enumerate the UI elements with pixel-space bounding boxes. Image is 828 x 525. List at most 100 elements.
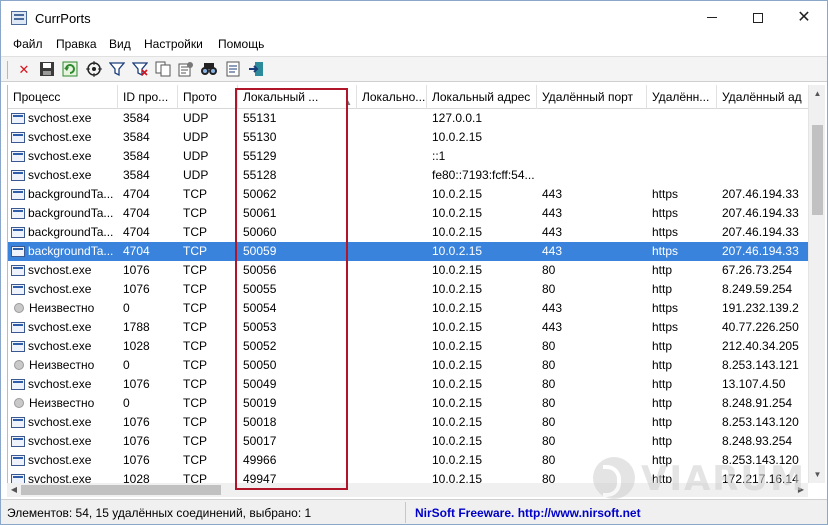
table-row[interactable]: Неизвестно 0 TCP 50019 10.0.2.15 80 http 8.248.… — [8, 394, 808, 413]
process-icon — [11, 151, 25, 162]
properties-icon[interactable] — [177, 61, 195, 79]
vertical-scrollbar[interactable]: ▲ ▼ — [808, 85, 825, 483]
column-header-pid[interactable]: ID про... — [118, 85, 178, 109]
cell-process: svchost.exe — [8, 451, 118, 470]
cell-remote-address-text: 172.217.16.14 — [722, 472, 799, 483]
cell-protocol-text: TCP — [183, 320, 207, 334]
cell-remote-port-name-text: http — [652, 377, 673, 391]
table-row[interactable]: svchost.exe 1076 TCP 49966 10.0.2.15 80 http 8.… — [8, 451, 808, 470]
minimize-button[interactable] — [689, 1, 735, 35]
table-row[interactable]: svchost.exe 3584 UDP 55130 10.0.2.15 — [8, 128, 808, 147]
process-icon — [11, 208, 25, 219]
cell-protocol: TCP — [178, 280, 238, 299]
cell-remote-port-name: https — [647, 204, 717, 223]
maximize-button[interactable] — [735, 1, 781, 35]
column-header-remote-port-name[interactable]: Удалённ... — [647, 85, 717, 109]
cell-remote-port: 80 — [537, 356, 647, 375]
table-row[interactable]: backgroundTa... 4704 TCP 50060 10.0.2.15 443 h… — [8, 223, 808, 242]
horizontal-scrollbar[interactable]: ◀ ▶ — [7, 483, 808, 497]
cell-local-address-text: ::1 — [432, 149, 446, 163]
connections-table[interactable]: Процесс ID про... Прото Локальный ... ▲ Л… — [7, 85, 808, 483]
cell-remote-port-text: 80 — [542, 472, 556, 483]
refresh-icon[interactable] — [61, 61, 79, 79]
menu-file[interactable]: Файл — [11, 37, 45, 51]
table-row[interactable]: svchost.exe 1076 TCP 50049 10.0.2.15 80 http 13… — [8, 375, 808, 394]
cell-process: svchost.exe — [8, 318, 118, 337]
menu-view[interactable]: Вид — [107, 37, 133, 51]
cell-pid-text: 4704 — [123, 206, 150, 220]
cell-local-port-text: 50049 — [243, 377, 277, 391]
cell-pid: 1076 — [118, 451, 178, 470]
scroll-up-icon[interactable]: ▲ — [809, 85, 826, 102]
table-row[interactable]: backgroundTa... 4704 TCP 50059 10.0.2.15 443 h… — [8, 242, 808, 261]
cell-remote-port-name — [647, 109, 717, 128]
cell-process: svchost.exe — [8, 109, 118, 128]
filter-clear-icon[interactable] — [131, 61, 149, 79]
table-row[interactable]: svchost.exe 1028 TCP 50052 10.0.2.15 80 http 21… — [8, 337, 808, 356]
menu-help[interactable]: Помощь — [216, 37, 266, 51]
cell-remote-address: 212.40.34.205 — [717, 337, 808, 356]
cell-remote-port: 443 — [537, 299, 647, 318]
menu-edit[interactable]: Правка — [54, 37, 99, 51]
cell-remote-port: 443 — [537, 223, 647, 242]
table-row[interactable]: svchost.exe 1076 TCP 50056 10.0.2.15 80 http 67… — [8, 261, 808, 280]
cell-process-text: svchost.exe — [28, 377, 92, 391]
table-row[interactable]: svchost.exe 3584 UDP 55128 fe80::7193:fcff:5… — [8, 166, 808, 185]
table-row[interactable]: svchost.exe 3584 UDP 55131 127.0.0.1 — [8, 109, 808, 128]
cell-remote-address: 67.26.73.254 — [717, 261, 808, 280]
report-icon[interactable] — [224, 61, 242, 79]
table-row[interactable]: backgroundTa... 4704 TCP 50061 10.0.2.15 443 h… — [8, 204, 808, 223]
cell-local-port-name — [357, 204, 427, 223]
cell-remote-port — [537, 166, 647, 185]
menu-settings[interactable]: Настройки — [142, 37, 205, 51]
table-row[interactable]: Неизвестно 0 TCP 50050 10.0.2.15 80 http 8.253.… — [8, 356, 808, 375]
table-row[interactable]: Неизвестно 0 TCP 50054 10.0.2.15 443 https 191.… — [8, 299, 808, 318]
cell-remote-port — [537, 147, 647, 166]
close-button[interactable]: ✕ — [781, 1, 827, 35]
target-icon[interactable] — [85, 61, 103, 79]
horizontal-scroll-thumb[interactable] — [21, 485, 221, 495]
close-connection-icon[interactable]: ✕ — [15, 61, 33, 79]
cell-local-address-text: 10.0.2.15 — [432, 206, 483, 220]
nirsoft-link[interactable]: NirSoft Freeware. http://www.nirsoft.net — [415, 506, 641, 520]
column-header-remote-address[interactable]: Удалённый ад — [717, 85, 808, 109]
cell-local-address-text: 10.0.2.15 — [432, 282, 483, 296]
cell-local-port-name — [357, 470, 427, 483]
find-icon[interactable] — [200, 61, 218, 79]
save-icon[interactable] — [38, 61, 56, 79]
cell-pid-text: 3584 — [123, 149, 150, 163]
cell-remote-port-name-text: https — [652, 225, 679, 239]
exit-icon[interactable] — [247, 61, 265, 79]
table-row[interactable]: svchost.exe 1076 TCP 50017 10.0.2.15 80 http 8.… — [8, 432, 808, 451]
cell-pid: 1076 — [118, 432, 178, 451]
cell-local-port: 50053 — [238, 318, 357, 337]
scroll-down-icon[interactable]: ▼ — [809, 466, 826, 483]
column-header-remote-port[interactable]: Удалённый порт — [537, 85, 647, 109]
copy-icon[interactable] — [154, 61, 172, 79]
cell-pid-text: 1028 — [123, 339, 150, 353]
table-row[interactable]: svchost.exe 1076 TCP 50018 10.0.2.15 80 http 8.… — [8, 413, 808, 432]
column-header-process[interactable]: Процесс — [8, 85, 118, 109]
table-row[interactable]: svchost.exe 1788 TCP 50053 10.0.2.15 443 https… — [8, 318, 808, 337]
column-header-local-port-name[interactable]: Локально... — [357, 85, 427, 109]
scroll-left-icon[interactable]: ◀ — [7, 483, 21, 497]
table-row[interactable]: svchost.exe 1076 TCP 50055 10.0.2.15 80 http 8.… — [8, 280, 808, 299]
cell-remote-address: 8.253.143.120 — [717, 413, 808, 432]
filter-icon[interactable] — [108, 61, 126, 79]
vertical-scroll-thumb[interactable] — [812, 125, 823, 215]
cell-process-text: svchost.exe — [28, 434, 92, 448]
cell-remote-port-text: 80 — [542, 339, 556, 353]
process-icon — [11, 246, 25, 257]
column-header-local-address[interactable]: Локальный адрес — [427, 85, 537, 109]
table-row[interactable]: svchost.exe 1028 TCP 49947 10.0.2.15 80 http 17… — [8, 470, 808, 483]
column-header-local-port[interactable]: Локальный ... ▲ — [238, 85, 357, 109]
column-header-protocol[interactable]: Прото — [178, 85, 238, 109]
cell-local-port-name — [357, 432, 427, 451]
cell-protocol: TCP — [178, 318, 238, 337]
table-row[interactable]: svchost.exe 3584 UDP 55129::1 — [8, 147, 808, 166]
scroll-right-icon[interactable]: ▶ — [794, 483, 808, 497]
cell-local-address: 10.0.2.15 — [427, 394, 537, 413]
table-row[interactable]: backgroundTa... 4704 TCP 50062 10.0.2.15 443 h… — [8, 185, 808, 204]
cell-local-port-text: 50059 — [243, 244, 277, 258]
cell-remote-address: 40.77.226.250 — [717, 318, 808, 337]
